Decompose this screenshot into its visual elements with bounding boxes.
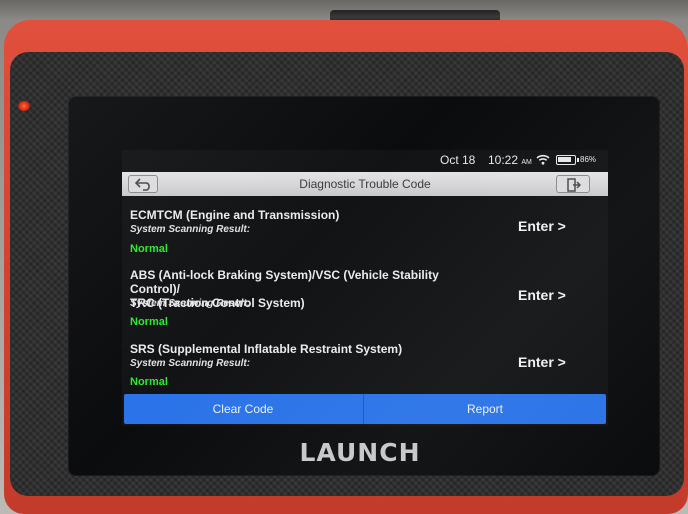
scan-result-value: Normal: [130, 316, 168, 328]
scan-result-value: Normal: [130, 243, 168, 255]
screen: Oct 18 10:22 AM 86% Diagnostic Trouble C…: [122, 150, 608, 426]
status-bar: Oct 18 10:22 AM 86%: [122, 150, 608, 170]
enter-button[interactable]: Enter >: [518, 354, 566, 370]
page-title: Diagnostic Trouble Code: [299, 177, 431, 191]
exit-icon: [567, 178, 581, 192]
enter-button[interactable]: Enter >: [518, 287, 566, 303]
status-battery-percent: 86%: [580, 155, 597, 164]
status-date: Oct 18: [440, 153, 476, 167]
clear-code-button[interactable]: Clear Code: [124, 394, 362, 424]
system-name-line: SRS (Supplemental Inflatable Restraint S…: [130, 342, 403, 356]
status-ampm: AM: [521, 159, 532, 166]
battery-fill: [558, 157, 571, 162]
status-time-value: 10:22: [488, 153, 519, 167]
system-name: SRS (Supplemental Inflatable Restraint S…: [130, 342, 490, 356]
brand-logo: LAUNCH: [299, 438, 421, 467]
action-bar: Clear Code Report: [124, 394, 606, 424]
system-name: ECMTCM (Engine and Transmission): [130, 208, 490, 222]
status-time: 10:22 AM: [488, 153, 532, 167]
scan-result-value: Normal: [130, 376, 168, 388]
title-bar: Diagnostic Trouble Code: [122, 172, 608, 196]
exit-button[interactable]: [556, 175, 590, 193]
report-button[interactable]: Report: [364, 394, 606, 424]
enter-button[interactable]: Enter >: [518, 218, 566, 234]
battery-icon: [556, 155, 579, 165]
scan-result-label: System Scanning Result:: [130, 298, 251, 309]
scan-result-label: System Scanning Result:: [130, 358, 251, 369]
system-name-line: ABS (Anti-lock Braking System)/VSC (Vehi…: [130, 268, 439, 296]
scan-result-label: System Scanning Result:: [130, 224, 251, 235]
power-led-icon: [18, 101, 30, 111]
system-item-srs[interactable]: SRS (Supplemental Inflatable Restraint S…: [122, 341, 608, 393]
system-name-line: ECMTCM (Engine and Transmission): [130, 208, 340, 222]
system-item-ecmtcm[interactable]: ECMTCM (Engine and Transmission) System …: [122, 206, 608, 260]
system-item-abs-vsc-trc[interactable]: ABS (Anti-lock Braking System)/VSC (Vehi…: [122, 267, 608, 333]
wifi-icon: [536, 154, 550, 165]
